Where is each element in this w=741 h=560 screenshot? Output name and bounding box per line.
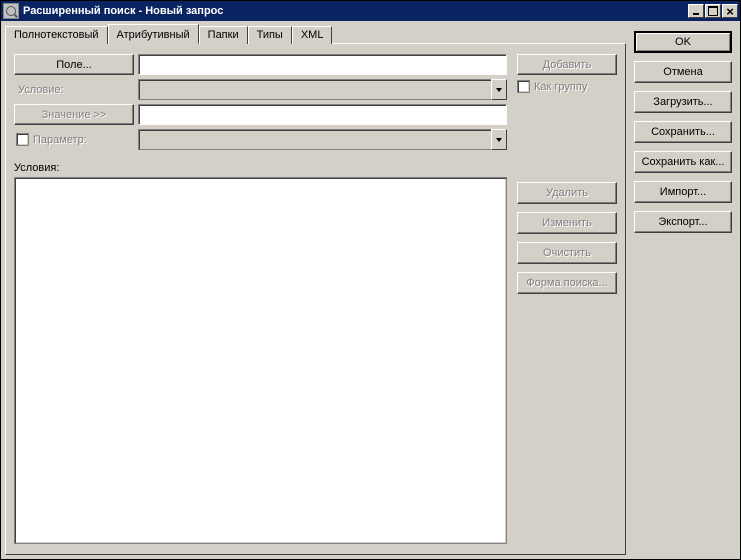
value-input[interactable] xyxy=(138,104,507,125)
field-input[interactable] xyxy=(138,54,507,75)
app-icon xyxy=(3,3,19,19)
condition-label: Условие: xyxy=(14,84,134,96)
tabs: Полнотекстовый Атрибутивный Папки Типы X… xyxy=(5,25,626,43)
add-button[interactable]: Добавить xyxy=(517,54,617,75)
window: Расширенный поиск - Новый запрос Полноте… xyxy=(0,0,741,560)
parameter-combo-button[interactable] xyxy=(491,129,507,150)
form-fields: Поле... Условие: Значение >> xyxy=(14,54,507,154)
conditions-left: Условия: xyxy=(14,162,507,544)
minimize-button[interactable] xyxy=(688,4,704,18)
value-button[interactable]: Значение >> xyxy=(14,104,134,125)
close-button[interactable] xyxy=(722,4,738,18)
conditions-label: Условия: xyxy=(14,162,507,174)
form-top: Поле... Условие: Значение >> xyxy=(14,54,617,154)
parameter-combo[interactable] xyxy=(138,129,507,150)
clear-button[interactable]: Очистить xyxy=(517,242,617,264)
field-button[interactable]: Поле... xyxy=(14,54,134,75)
right-sidebar: OK Отмена Загрузить... Сохранить... Сохр… xyxy=(628,23,738,557)
tab-types[interactable]: Типы xyxy=(248,26,292,44)
save-button[interactable]: Сохранить... xyxy=(634,121,732,143)
conditions-listbox[interactable] xyxy=(14,177,507,544)
window-body: Полнотекстовый Атрибутивный Папки Типы X… xyxy=(1,21,740,559)
export-button[interactable]: Экспорт... xyxy=(634,211,732,233)
conditions-area: Условия: Удалить Изменить Очистить Форма… xyxy=(14,162,617,544)
parameter-combo-input[interactable] xyxy=(138,129,491,150)
delete-button[interactable]: Удалить xyxy=(517,182,617,204)
conditions-buttons: Удалить Изменить Очистить Форма поиска..… xyxy=(517,162,617,544)
as-group-label: Как группу xyxy=(534,81,587,93)
tab-attribute[interactable]: Атрибутивный xyxy=(108,24,199,44)
edit-button[interactable]: Изменить xyxy=(517,212,617,234)
as-group-checkbox[interactable] xyxy=(517,80,530,93)
load-button[interactable]: Загрузить... xyxy=(634,91,732,113)
search-form-button[interactable]: Форма поиска... xyxy=(517,272,617,294)
condition-combo-button[interactable] xyxy=(491,79,507,100)
tab-folders[interactable]: Папки xyxy=(199,26,248,44)
window-title: Расширенный поиск - Новый запрос xyxy=(23,5,688,17)
tab-fulltext[interactable]: Полнотекстовый xyxy=(5,26,108,44)
maximize-button[interactable] xyxy=(705,4,721,18)
condition-combo[interactable] xyxy=(138,79,507,100)
tab-panel: Поле... Условие: Значение >> xyxy=(5,43,626,555)
parameter-label: Параметр: xyxy=(33,134,87,146)
ok-button[interactable]: OK xyxy=(634,31,732,53)
import-button[interactable]: Импорт... xyxy=(634,181,732,203)
add-column: Добавить Как группу xyxy=(517,54,617,154)
cancel-button[interactable]: Отмена xyxy=(634,61,732,83)
main-panel: Полнотекстовый Атрибутивный Папки Типы X… xyxy=(3,23,628,557)
tab-xml[interactable]: XML xyxy=(292,26,333,44)
save-as-button[interactable]: Сохранить как... xyxy=(634,151,732,173)
condition-combo-input[interactable] xyxy=(138,79,491,100)
parameter-checkbox[interactable] xyxy=(16,133,29,146)
title-bar: Расширенный поиск - Новый запрос xyxy=(1,1,740,21)
